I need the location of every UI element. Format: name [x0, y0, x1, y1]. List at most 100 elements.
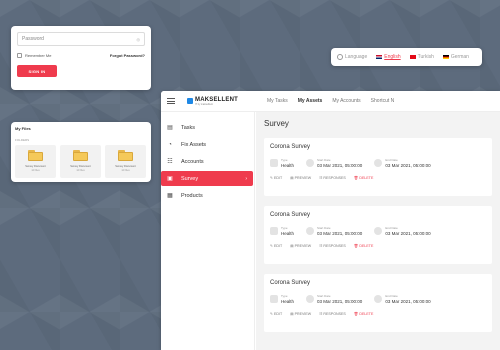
trash-icon: 🗑 [353, 244, 359, 248]
survey-card[interactable]: Corona Survey Type Health Start Date 03 Ma… [264, 206, 492, 264]
uk-flag-icon [376, 55, 383, 59]
preview-icon: ▤ [290, 176, 294, 180]
end-date-label: End Date [385, 294, 398, 298]
end-date-icon [374, 159, 383, 167]
folder-count: 12 Files [76, 169, 85, 172]
preview-icon: ▤ [290, 312, 294, 316]
preview-button[interactable]: ▤PREVIEW [290, 176, 311, 180]
delete-button[interactable]: 🗑DELETE [354, 176, 374, 180]
remember-me[interactable]: Remember Me [17, 53, 51, 58]
language-label: Language [337, 54, 367, 60]
end-date-value: 03 Mar 2021, 05:00:00 [385, 299, 431, 304]
sidebar: ▤ Tasks ◔ Fix Assets ☷ Accounts ▣ Survey… [161, 112, 255, 350]
folder-icon [28, 150, 43, 161]
pencil-icon: ✎ [270, 176, 274, 180]
sidebar-item-fix-assets[interactable]: ◔ Fix Assets [161, 137, 254, 152]
topnav-shortcut[interactable]: Shortcut N [371, 98, 395, 104]
chevron-right-icon: › [245, 175, 247, 182]
responses-icon: ☷ [319, 312, 323, 316]
type-value: Health [281, 163, 295, 168]
survey-title: Corona Survey [270, 212, 311, 218]
sidebar-item-accounts[interactable]: ☷ Accounts [161, 154, 254, 169]
start-date-icon [306, 295, 315, 303]
top-bar: MAKSELLENT IT by makselllent My Tasks My… [161, 91, 500, 112]
start-date-icon [306, 227, 315, 235]
folders-heading: FOLDERS [15, 138, 30, 142]
remember-checkbox[interactable] [17, 53, 22, 58]
forgot-password-link[interactable]: Forgot Password? [110, 53, 145, 58]
folder-item[interactable]: Survey Document 12 Files [105, 145, 146, 178]
responses-button[interactable]: ☷RESPONSES [319, 312, 346, 316]
type-value: Health [281, 299, 295, 304]
signin-button[interactable]: SIGN IN [17, 65, 57, 77]
language-option-german[interactable]: German [442, 54, 469, 60]
start-date-value: 03 Mar 2021, 05:00:00 [317, 163, 363, 168]
type-value: Health [281, 231, 295, 236]
language-option-english[interactable]: English [376, 54, 401, 60]
start-date-label: Start Date [317, 226, 331, 230]
language-switcher: Language English Turkish German [331, 48, 482, 66]
password-placeholder: Password [22, 36, 44, 42]
logo-subtitle: IT by makselllent [195, 102, 213, 106]
password-field[interactable]: Password ◎ [17, 32, 145, 46]
folder-item[interactable]: Survey Document 12 Files [15, 145, 56, 178]
preview-button[interactable]: ▤PREVIEW [290, 312, 311, 316]
top-nav: My Tasks My Assets My Accounts Shortcut … [267, 98, 394, 104]
eye-icon[interactable]: ◎ [137, 37, 141, 42]
folder-item[interactable]: Survey Document 12 Files [60, 145, 101, 178]
topnav-my-assets[interactable]: My Assets [298, 98, 323, 104]
type-icon [270, 227, 278, 235]
responses-icon: ☷ [319, 176, 323, 180]
folder-name: Survey Document [115, 165, 136, 168]
topnav-my-tasks[interactable]: My Tasks [267, 98, 288, 104]
delete-button[interactable]: 🗑DELETE [354, 244, 374, 248]
start-date-value: 03 Mar 2021, 05:00:00 [317, 231, 363, 236]
start-date-value: 03 Mar 2021, 05:00:00 [317, 299, 363, 304]
trash-icon: 🗑 [353, 176, 359, 180]
sidebar-item-survey[interactable]: ▣ Survey › [161, 171, 253, 186]
language-option-turkish[interactable]: Turkish [409, 54, 434, 60]
type-label: Type [281, 226, 288, 230]
logo-name: MAKSELLENT [195, 96, 238, 103]
folder-icon [73, 150, 88, 161]
tasks-icon: ▤ [167, 124, 173, 131]
preview-button[interactable]: ▤PREVIEW [290, 244, 311, 248]
edit-button[interactable]: ✎EDIT [270, 244, 282, 248]
pencil-icon: ✎ [270, 312, 274, 316]
survey-card[interactable]: Corona Survey Type Health Start Date 03 Ma… [264, 138, 492, 196]
pencil-icon: ✎ [270, 244, 274, 248]
sidebar-item-tasks[interactable]: ▤ Tasks [161, 120, 254, 135]
sidebar-item-products[interactable]: ▦ Products [161, 188, 254, 203]
turkey-flag-icon [409, 55, 416, 59]
responses-button[interactable]: ☷RESPONSES [319, 244, 346, 248]
responses-icon: ☷ [319, 244, 323, 248]
edit-button[interactable]: ✎EDIT [270, 312, 282, 316]
end-date-value: 03 Mar 2021, 05:00:00 [385, 163, 431, 168]
logo-mark-icon [187, 98, 193, 104]
germany-flag-icon [442, 55, 449, 59]
fix-assets-icon: ◔ [168, 141, 172, 148]
folder-name: Survey Document [25, 165, 46, 168]
start-date-label: Start Date [317, 158, 331, 162]
remember-label: Remember Me [25, 53, 52, 58]
edit-button[interactable]: ✎EDIT [270, 176, 282, 180]
preview-icon: ▤ [290, 244, 294, 248]
end-date-icon [374, 227, 383, 235]
delete-button[interactable]: 🗑DELETE [354, 312, 374, 316]
survey-icon: ▣ [167, 175, 173, 182]
products-icon: ▦ [167, 192, 173, 199]
end-date-label: End Date [385, 158, 398, 162]
type-label: Type [281, 294, 288, 298]
topnav-my-accounts[interactable]: My Accounts [332, 98, 360, 104]
survey-card[interactable]: Corona Survey Type Health Start Date 03 Ma… [264, 274, 492, 332]
menu-icon[interactable] [167, 98, 175, 104]
logo: MAKSELLENT IT by makselllent [187, 97, 238, 106]
end-date-value: 03 Mar 2021, 05:00:00 [385, 231, 431, 236]
start-date-icon [306, 159, 315, 167]
page-title: Survey [264, 119, 289, 128]
folder-count: 12 Files [31, 169, 40, 172]
responses-button[interactable]: ☷RESPONSES [319, 176, 346, 180]
type-icon [270, 295, 278, 303]
app-window: MAKSELLENT IT by makselllent My Tasks My… [161, 91, 500, 350]
start-date-label: Start Date [317, 294, 331, 298]
